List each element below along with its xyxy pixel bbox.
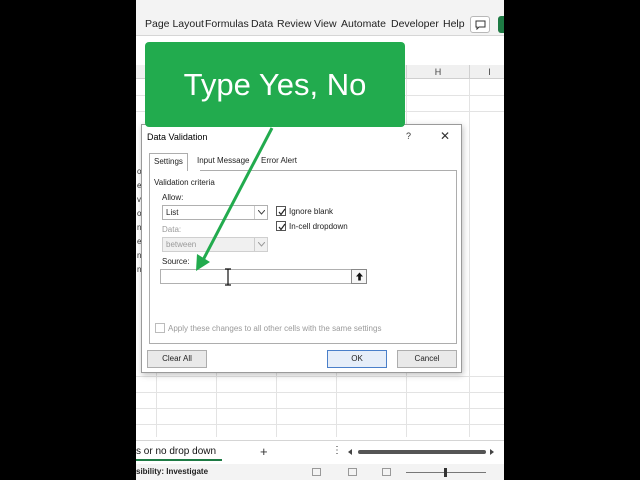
apply-all-checkbox[interactable] xyxy=(155,323,165,333)
zoom-slider-thumb[interactable] xyxy=(444,468,447,477)
clear-all-button[interactable]: Clear All xyxy=(147,350,207,368)
sheet-tab-active[interactable]: s or no drop down xyxy=(136,446,216,457)
tab-error-alert[interactable]: Error Alert xyxy=(257,153,301,170)
source-label: Source: xyxy=(162,257,190,266)
page-break-view-icon[interactable] xyxy=(382,468,391,476)
in-cell-dropdown-label[interactable]: In-cell dropdown xyxy=(289,222,348,231)
page-layout-view-icon[interactable] xyxy=(348,468,357,476)
settings-panel: Validation criteria Allow: List Ignore b… xyxy=(149,170,457,344)
data-dropdown-arrow xyxy=(254,238,267,251)
help-button[interactable]: ? xyxy=(406,131,411,141)
tab-review[interactable]: Review xyxy=(277,18,311,30)
ok-button[interactable]: OK xyxy=(327,350,387,368)
more-options-icon[interactable]: ⋮ xyxy=(332,445,342,456)
tab-settings[interactable]: Settings xyxy=(149,153,188,171)
allow-label: Allow: xyxy=(162,193,184,202)
chevron-down-icon xyxy=(258,242,265,247)
validation-criteria-label: Validation criteria xyxy=(154,178,215,187)
apply-all-label[interactable]: Apply these changes to all other cells w… xyxy=(168,324,381,333)
share-button[interactable] xyxy=(498,16,504,33)
ignore-blank-checkbox[interactable] xyxy=(276,206,286,216)
ribbon-top-strip xyxy=(136,0,504,14)
tab-automate[interactable]: Automate xyxy=(341,18,386,30)
allow-dropdown-arrow xyxy=(254,206,267,219)
comment-icon xyxy=(475,20,486,30)
data-select[interactable]: between xyxy=(162,237,268,252)
data-label: Data: xyxy=(162,225,182,234)
dialog-title: Data Validation xyxy=(147,132,208,142)
add-sheet-button[interactable]: + xyxy=(260,444,268,459)
data-validation-dialog: Data Validation ? ✕ Settings Input Messa… xyxy=(141,124,462,373)
data-value: between xyxy=(166,240,197,249)
status-bar: sibility: Investigate xyxy=(136,464,504,480)
sheet-tab-bar: s or no drop down + ⋮ xyxy=(136,440,504,464)
checkmark-icon xyxy=(278,223,286,231)
horizontal-scrollbar[interactable] xyxy=(348,449,494,455)
chevron-down-icon xyxy=(258,210,265,215)
tab-view[interactable]: View xyxy=(314,18,337,30)
tab-formulas[interactable]: Formulas xyxy=(205,18,249,30)
ribbon-tabs: Page Layout Formulas Data Review View Au… xyxy=(136,14,504,36)
checkmark-icon xyxy=(278,208,286,216)
column-header-h[interactable]: H xyxy=(406,65,469,79)
close-button[interactable]: ✕ xyxy=(440,129,450,143)
tab-data[interactable]: Data xyxy=(251,18,273,30)
text-cursor-icon xyxy=(225,268,231,286)
allow-select[interactable]: List xyxy=(162,205,268,220)
source-input[interactable] xyxy=(160,269,356,284)
active-tab-indicator xyxy=(136,459,222,461)
collapse-dialog-button[interactable] xyxy=(351,269,367,284)
tab-developer[interactable]: Developer xyxy=(391,18,439,30)
allow-value: List xyxy=(166,208,179,217)
arrow-up-icon xyxy=(356,272,363,281)
accessibility-status[interactable]: sibility: Investigate xyxy=(136,467,208,476)
tab-help[interactable]: Help xyxy=(443,18,465,30)
in-cell-dropdown-checkbox[interactable] xyxy=(276,221,286,231)
annotation-callout: Type Yes, No xyxy=(145,42,405,127)
callout-text: Type Yes, No xyxy=(183,67,367,102)
ignore-blank-label[interactable]: Ignore blank xyxy=(289,207,333,216)
normal-view-icon[interactable] xyxy=(312,468,321,476)
cancel-button[interactable]: Cancel xyxy=(397,350,457,368)
tab-input-message[interactable]: Input Message xyxy=(193,153,253,170)
tab-page-layout[interactable]: Page Layout xyxy=(145,18,204,30)
column-header-i[interactable]: I xyxy=(469,65,504,79)
comments-button[interactable] xyxy=(470,16,490,33)
